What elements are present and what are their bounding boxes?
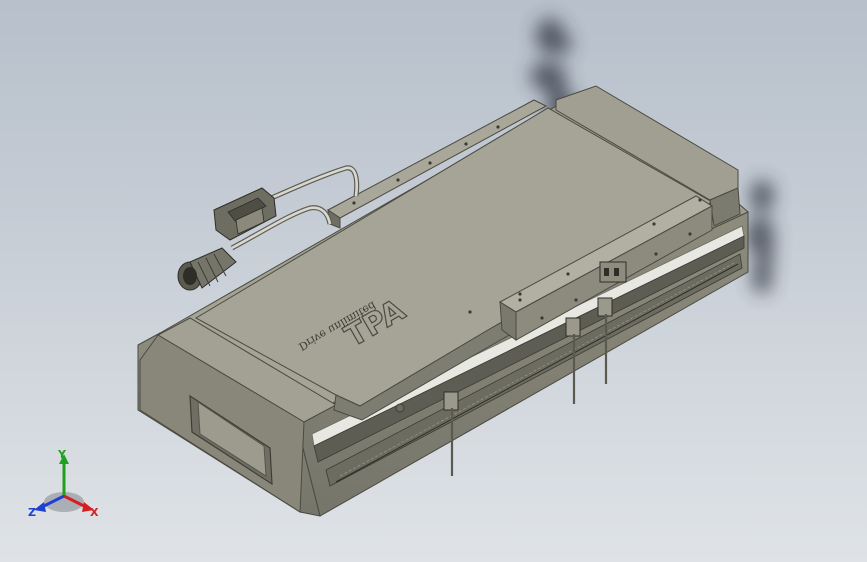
sensor-bracket[interactable] <box>599 261 627 283</box>
3d-viewport[interactable]: TPA Drive unlimited Y X Z <box>0 0 867 562</box>
circular-connector[interactable] <box>177 247 237 291</box>
z-axis-label: Z <box>28 506 36 519</box>
orientation-triad[interactable]: Y X Z <box>22 446 106 524</box>
x-axis-label: X <box>90 506 99 519</box>
mounting-hole <box>395 403 405 413</box>
y-axis-label: Y <box>57 448 67 461</box>
dsub-connector[interactable] <box>213 187 277 241</box>
linear-module-model[interactable]: TPA Drive unlimited <box>0 0 867 562</box>
